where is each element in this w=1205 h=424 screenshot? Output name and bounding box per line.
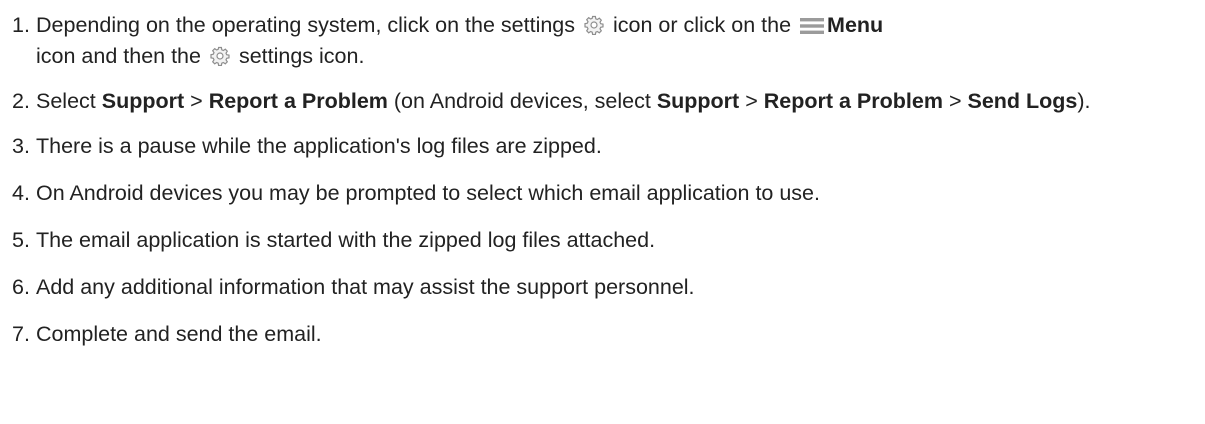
step-text: Add any additional information that may … (36, 275, 695, 299)
step-number: 1. (12, 13, 30, 37)
step-1: 1. Depending on the operating system, cl… (12, 10, 1205, 72)
step-6: 6. Add any additional information that m… (12, 272, 1205, 303)
hamburger-menu-icon (800, 17, 825, 35)
step-4: 4. On Android devices you may be prompte… (12, 178, 1205, 209)
step-7: 7. Complete and send the email. (12, 319, 1205, 350)
step-number: 5. (12, 228, 30, 252)
step-number: 4. (12, 181, 30, 205)
step-number: 2. (12, 89, 30, 113)
step-text: There is a pause while the application's… (36, 134, 602, 158)
gear-icon (210, 46, 230, 66)
step-3: 3. There is a pause while the applicatio… (12, 131, 1205, 162)
menu-label: Menu (827, 13, 884, 37)
step-number: 7. (12, 322, 30, 346)
step-text: Depending on the operating system, click… (36, 13, 884, 68)
step-text: The email application is started with th… (36, 228, 656, 252)
step-text: Select Support > Report a Problem (on An… (36, 89, 1091, 113)
step-5: 5. The email application is started with… (12, 225, 1205, 256)
step-text: On Android devices you may be prompted t… (36, 181, 820, 205)
step-number: 6. (12, 275, 30, 299)
step-number: 3. (12, 134, 30, 158)
step-text: Complete and send the email. (36, 322, 322, 346)
gear-icon (584, 15, 604, 35)
step-2: 2. Select Support > Report a Problem (on… (12, 88, 1205, 115)
instruction-steps: 1. Depending on the operating system, cl… (0, 0, 1205, 350)
